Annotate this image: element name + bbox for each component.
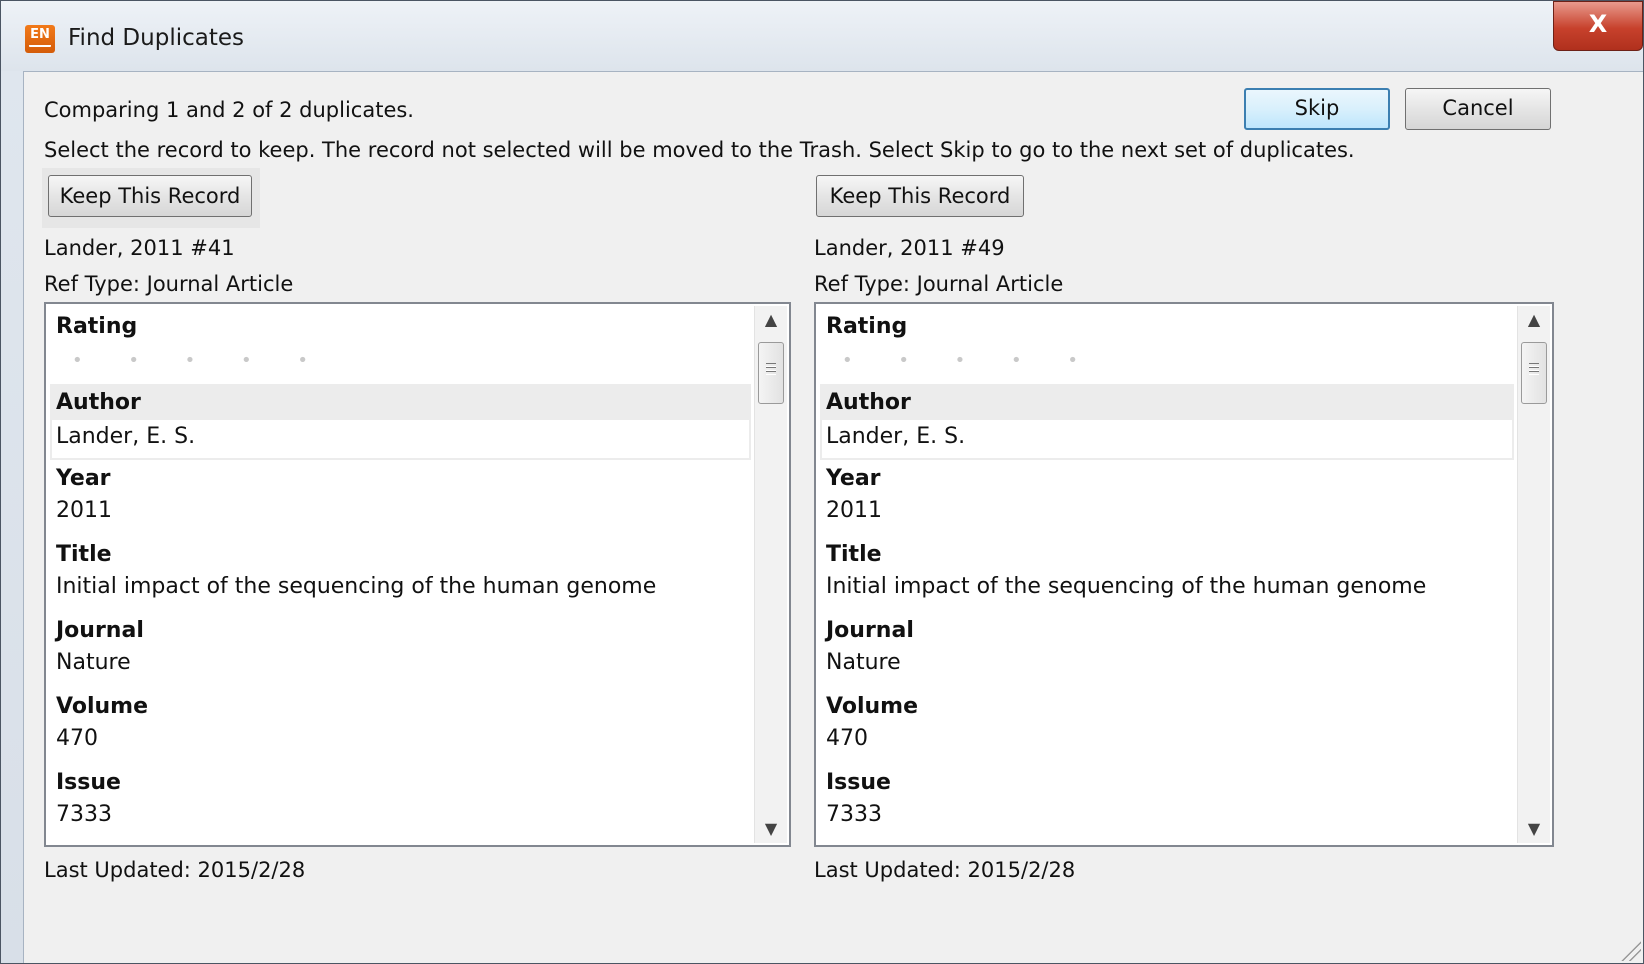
- field-label: Title: [826, 542, 882, 567]
- endnote-app-icon: EN: [25, 25, 55, 53]
- field-label: Title: [56, 542, 112, 567]
- skip-button[interactable]: Skip: [1244, 88, 1390, 130]
- chevron-up-icon[interactable]: ▲: [1518, 306, 1550, 334]
- scroll-thumb[interactable]: [1521, 342, 1547, 404]
- field-label: Journal: [56, 618, 144, 643]
- record-1-ref-type: Ref Type: Journal Article: [44, 272, 294, 296]
- record-2-scrollbar[interactable]: ▲ ▼: [1517, 306, 1550, 843]
- record-2-last-updated: Last Updated: 2015/2/28: [814, 858, 1076, 882]
- field-value[interactable]: 470: [820, 722, 1514, 764]
- chevron-down-icon[interactable]: ▼: [1518, 815, 1550, 843]
- dialog-body: Comparing 1 and 2 of 2 duplicates. Selec…: [23, 71, 1643, 963]
- record-1-last-updated: Last Updated: 2015/2/28: [44, 858, 306, 882]
- field-label: Year: [826, 466, 881, 491]
- instructions-text: Select the record to keep. The record no…: [44, 138, 1355, 162]
- field-label: Volume: [56, 694, 148, 719]
- comparing-status: Comparing 1 and 2 of 2 duplicates.: [44, 98, 414, 122]
- field-value[interactable]: Initial impact of the sequencing of the …: [820, 570, 1514, 612]
- rating-dots-icon[interactable]: • • • • •: [50, 342, 751, 384]
- cancel-button[interactable]: Cancel: [1405, 88, 1551, 130]
- record-1-scrollbar[interactable]: ▲ ▼: [754, 306, 787, 843]
- field-value[interactable]: Initial impact of the sequencing of the …: [50, 570, 751, 612]
- field-label: Issue: [56, 770, 121, 795]
- record-1-field-list: Rating • • • • • Author Lander, E. S. Ye…: [50, 308, 751, 845]
- title-bar: EN Find Duplicates X: [1, 1, 1643, 71]
- rating-dots-icon[interactable]: • • • • •: [820, 342, 1514, 384]
- keep-record-1-button[interactable]: Keep This Record: [48, 175, 252, 217]
- rating-label: Rating: [826, 314, 908, 339]
- chevron-down-icon[interactable]: ▼: [755, 815, 787, 843]
- keep-record-2-button[interactable]: Keep This Record: [816, 175, 1024, 217]
- field-label: Journal: [826, 618, 914, 643]
- field-value[interactable]: Lander, E. S.: [820, 418, 1514, 460]
- field-label: Author: [50, 384, 751, 418]
- window-title: Find Duplicates: [68, 25, 244, 51]
- field-value[interactable]: 7333: [50, 798, 751, 840]
- resize-grip-icon[interactable]: [1619, 939, 1641, 961]
- field-value[interactable]: Nature: [820, 646, 1514, 688]
- record-2-fields-panel[interactable]: Rating • • • • • Author Lander, E. S. Ye…: [814, 302, 1554, 847]
- record-2-ref-type: Ref Type: Journal Article: [814, 272, 1064, 296]
- field-label: Author: [820, 384, 1514, 418]
- field-label: Issue: [826, 770, 891, 795]
- record-2-field-list: Rating • • • • • Author Lander, E. S. Ye…: [820, 308, 1514, 845]
- record-1-citation: Lander, 2011 #41: [44, 236, 235, 260]
- field-value[interactable]: 2011: [820, 494, 1514, 536]
- field-value[interactable]: 7333: [820, 798, 1514, 840]
- scroll-thumb[interactable]: [758, 342, 784, 404]
- record-1-fields-panel[interactable]: Rating • • • • • Author Lander, E. S. Ye…: [44, 302, 791, 847]
- record-2-citation: Lander, 2011 #49: [814, 236, 1005, 260]
- field-label: Year: [56, 466, 111, 491]
- field-value[interactable]: Lander, E. S.: [50, 418, 751, 460]
- field-value[interactable]: 470: [50, 722, 751, 764]
- chevron-up-icon[interactable]: ▲: [755, 306, 787, 334]
- rating-label: Rating: [56, 314, 138, 339]
- field-value[interactable]: Nature: [50, 646, 751, 688]
- field-value[interactable]: 2011: [50, 494, 751, 536]
- field-label: Volume: [826, 694, 918, 719]
- close-button[interactable]: X: [1553, 1, 1643, 51]
- find-duplicates-dialog: EN Find Duplicates X Comparing 1 and 2 o…: [0, 0, 1644, 964]
